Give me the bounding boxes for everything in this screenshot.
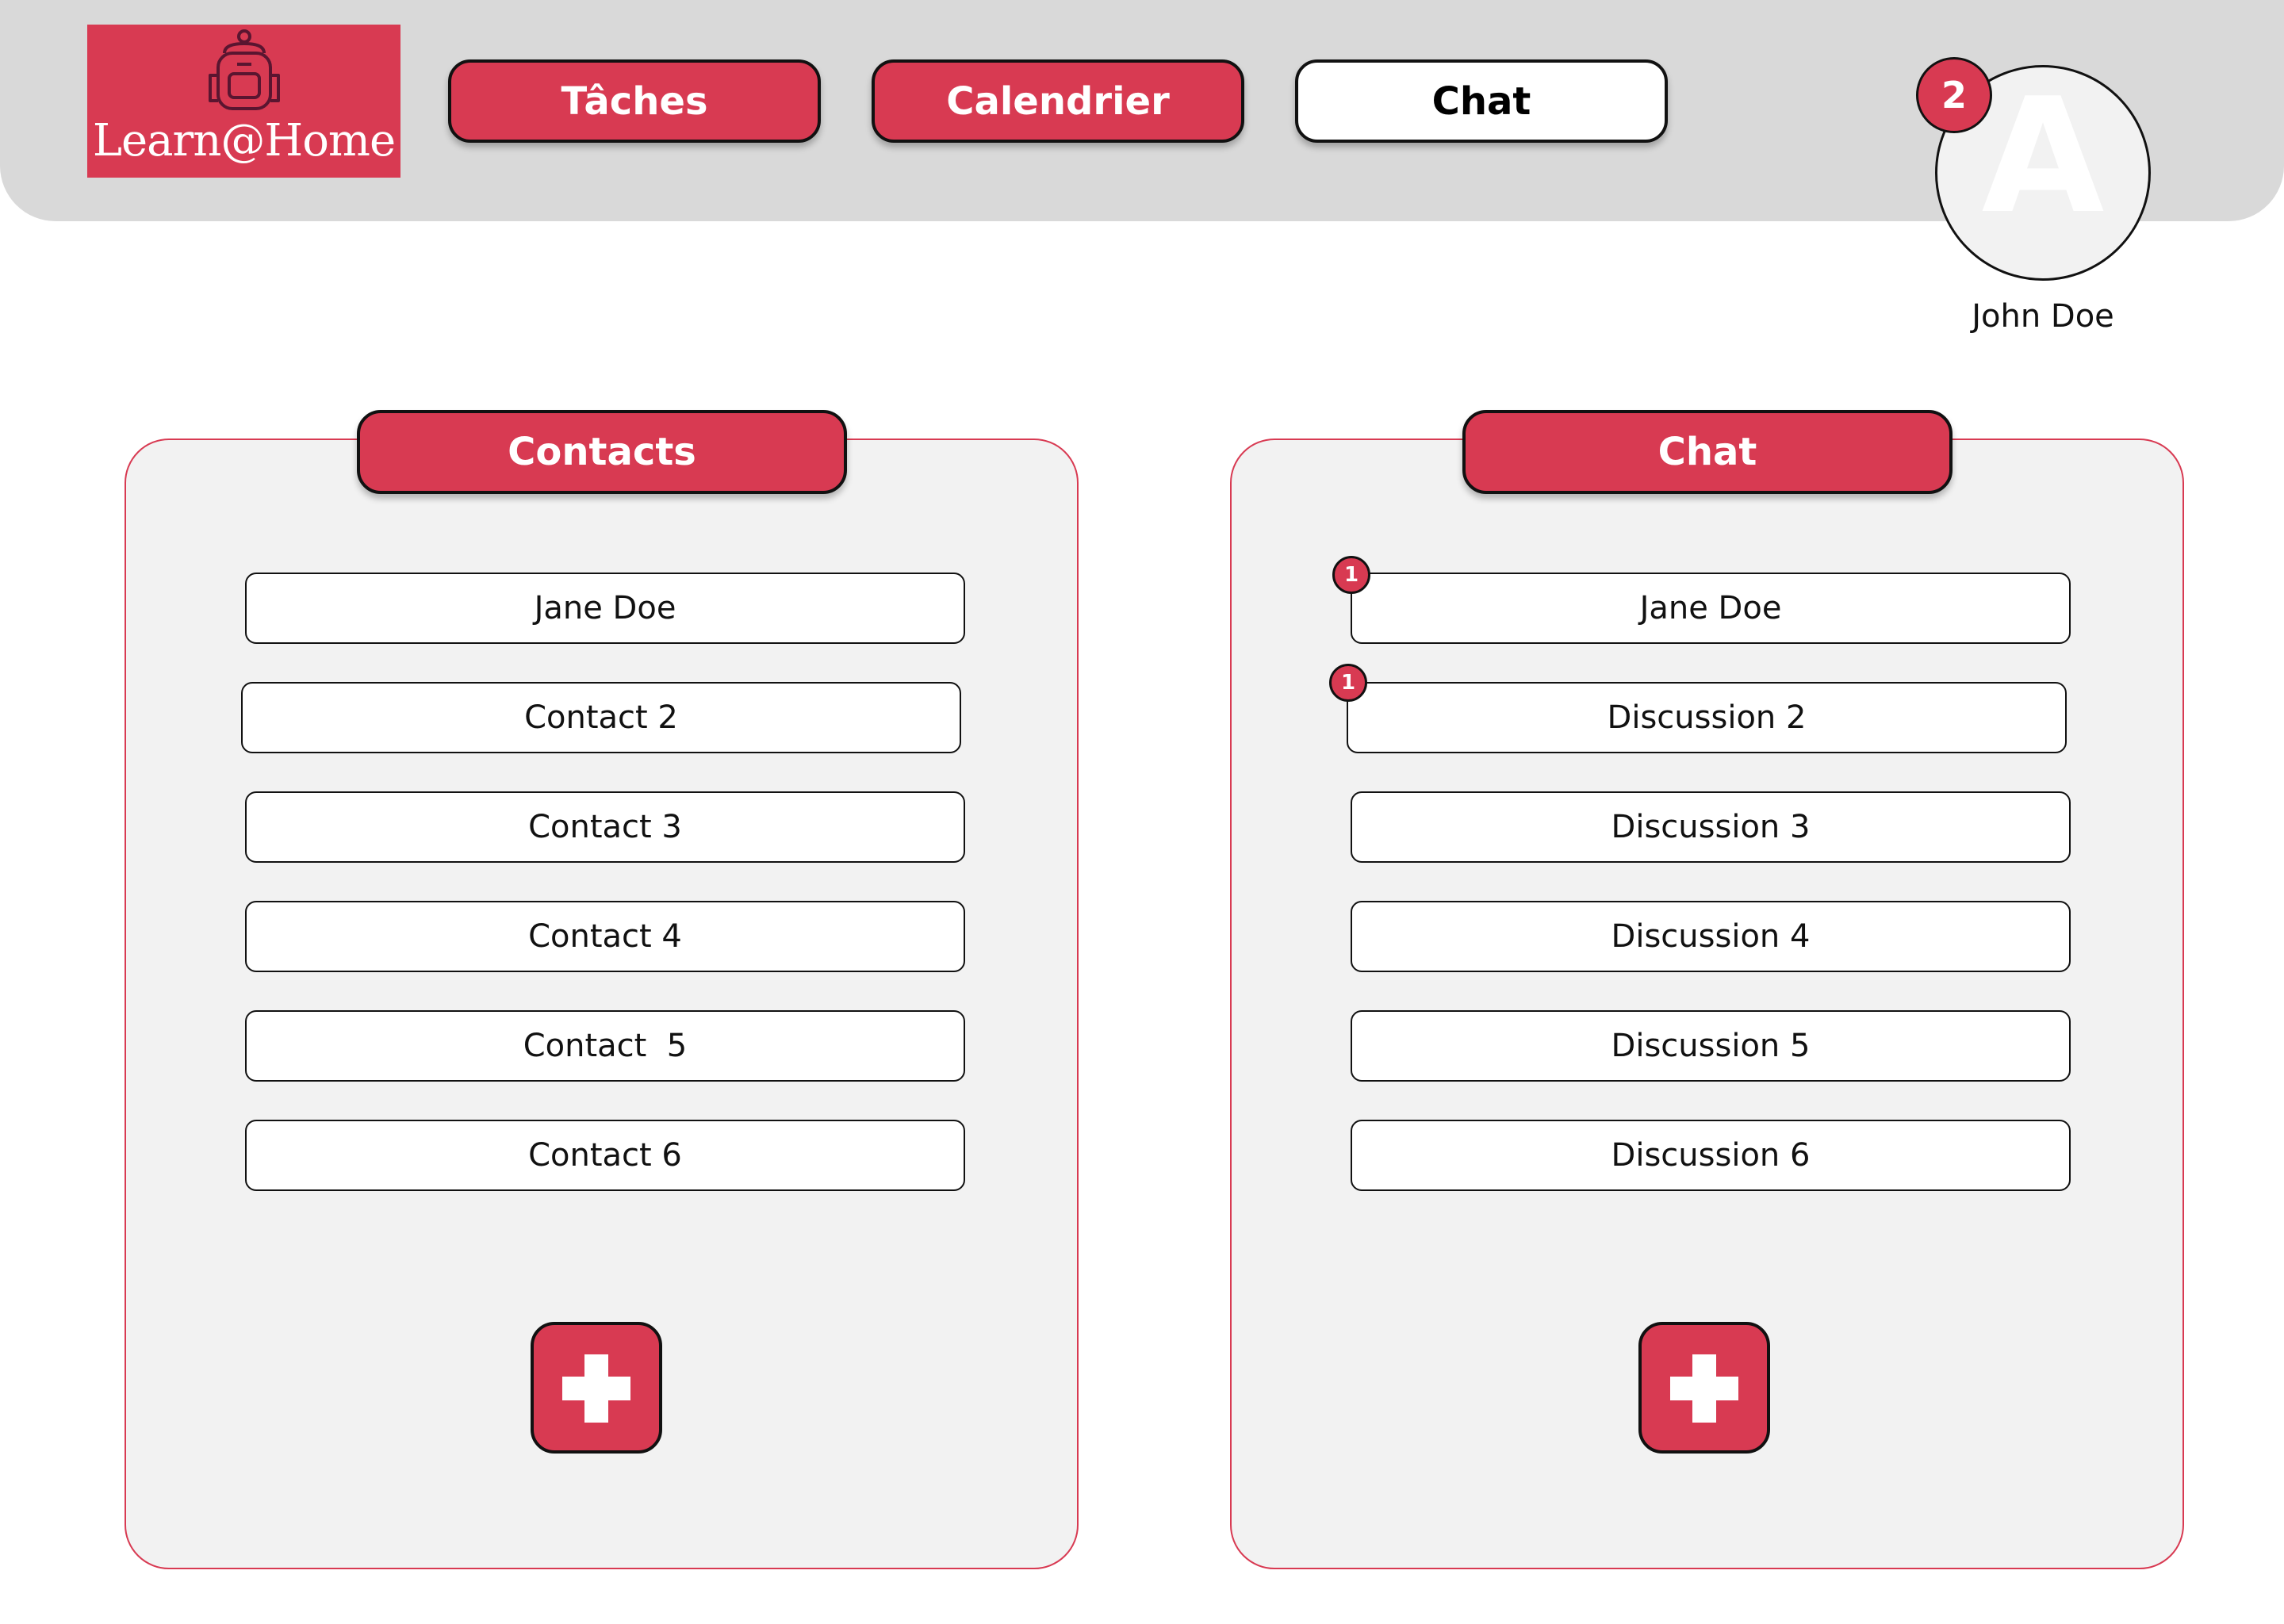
add-contact-button[interactable] [531, 1322, 662, 1454]
plus-icon [1670, 1354, 1738, 1423]
contact-item[interactable]: Contact 5 [245, 1010, 965, 1082]
nav-tab-chat[interactable]: Chat [1295, 59, 1668, 143]
discussion-item[interactable]: Discussion 4 [1351, 901, 2071, 972]
discussion-item[interactable]: Discussion 3 [1351, 791, 2071, 863]
unread-badge: 1 [1332, 556, 1370, 594]
notification-badge[interactable]: 2 [1916, 57, 1992, 133]
logo-text: Learn@Home [92, 115, 396, 167]
discussion-item[interactable]: Discussion 5 [1351, 1010, 2071, 1082]
avatar-initial: A [1981, 64, 2105, 249]
unread-badge: 1 [1329, 664, 1367, 702]
contacts-panel-title: Contacts [357, 410, 847, 494]
contact-item[interactable]: Contact 2 [241, 682, 961, 753]
contact-item[interactable]: Contact 6 [245, 1120, 965, 1191]
nav-tab-taches[interactable]: Tâches [448, 59, 821, 143]
chat-panel-title: Chat [1462, 410, 1953, 494]
contact-item[interactable]: Jane Doe [245, 573, 965, 644]
discussion-item[interactable]: Discussion 2 [1347, 682, 2067, 753]
contact-item[interactable]: Contact 4 [245, 901, 965, 972]
contact-item[interactable]: Contact 3 [245, 791, 965, 863]
user-name: John Doe [1972, 298, 2114, 335]
add-discussion-button[interactable] [1638, 1322, 1770, 1454]
backpack-icon [209, 29, 280, 110]
discussion-item[interactable]: Jane Doe [1351, 573, 2071, 644]
discussion-item[interactable]: Discussion 6 [1351, 1120, 2071, 1191]
nav-tab-calendrier[interactable]: Calendrier [872, 59, 1244, 143]
plus-icon [562, 1354, 630, 1423]
app-logo[interactable]: Learn@Home [87, 25, 400, 178]
